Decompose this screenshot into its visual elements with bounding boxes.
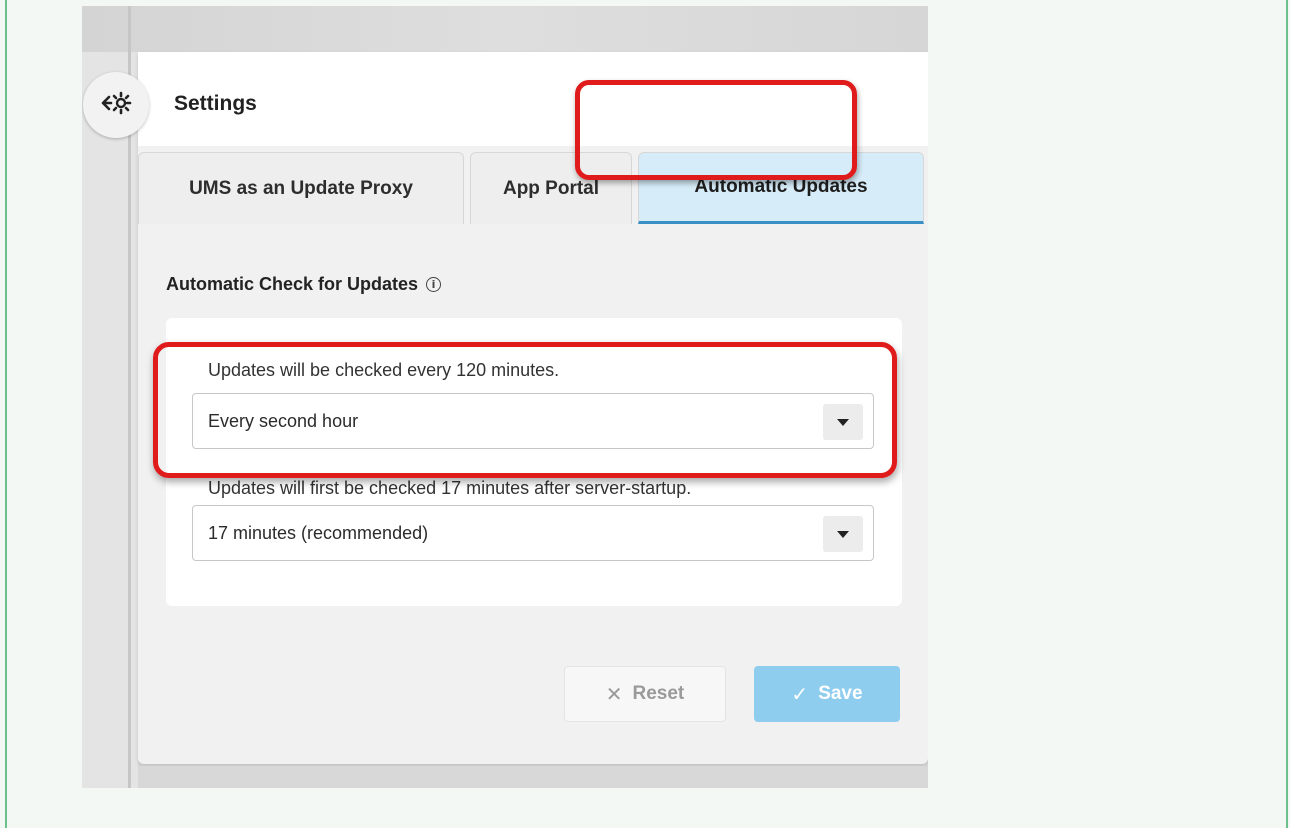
section-title: Automatic Check for Updates i bbox=[166, 274, 442, 295]
startup-delay-select[interactable]: 17 minutes (recommended) bbox=[192, 505, 874, 561]
save-button[interactable]: ✓ Save bbox=[754, 666, 900, 722]
highlight-tab-annotation bbox=[575, 80, 857, 180]
save-button-label: Save bbox=[818, 683, 863, 704]
highlight-interval-annotation bbox=[153, 342, 897, 478]
chevron-down-icon bbox=[837, 530, 849, 538]
bottom-strip bbox=[138, 766, 928, 788]
reset-button-label: Reset bbox=[632, 683, 685, 704]
tab-ums-update-proxy[interactable]: UMS as an Update Proxy bbox=[138, 152, 464, 224]
frame-border-left bbox=[5, 0, 7, 828]
startup-delay-dropdown-button[interactable] bbox=[823, 516, 863, 552]
back-button[interactable] bbox=[83, 72, 149, 138]
close-icon: ✕ bbox=[605, 683, 623, 706]
section-title-text: Automatic Check for Updates bbox=[166, 274, 419, 294]
startup-delay-label: Updates will first be checked 17 minutes… bbox=[208, 478, 692, 498]
info-icon[interactable]: i bbox=[426, 277, 442, 292]
back-settings-icon bbox=[99, 88, 133, 123]
top-bar bbox=[82, 6, 928, 52]
reset-button[interactable]: ✕ Reset bbox=[564, 666, 726, 722]
frame-border-right bbox=[1286, 0, 1288, 828]
startup-delay-select-value: 17 minutes (recommended) bbox=[208, 523, 429, 543]
page-title: Settings bbox=[174, 92, 257, 115]
check-icon: ✓ bbox=[791, 683, 809, 706]
